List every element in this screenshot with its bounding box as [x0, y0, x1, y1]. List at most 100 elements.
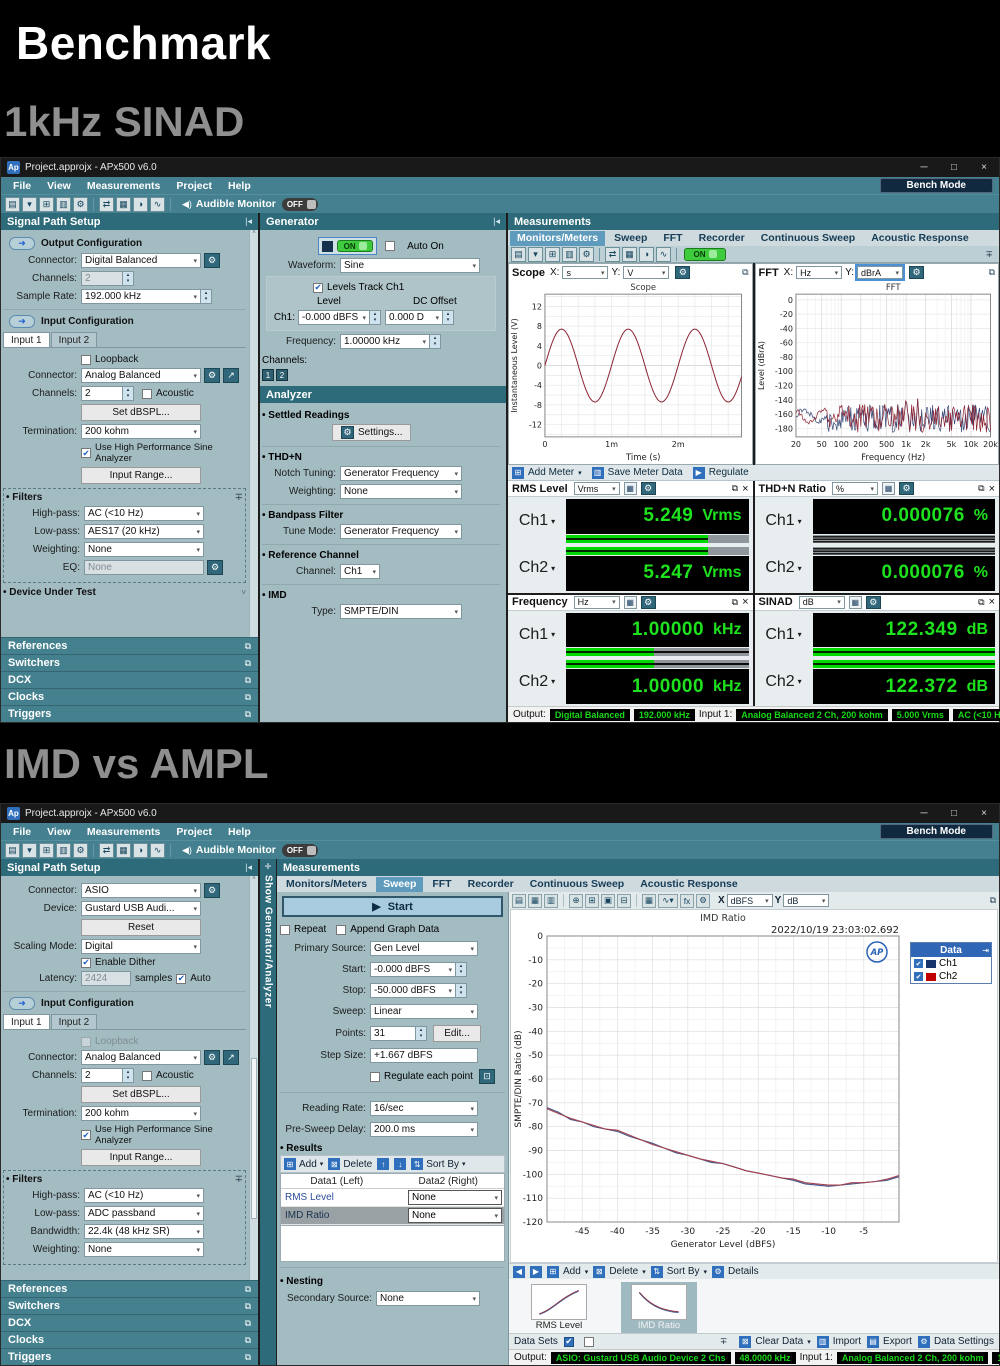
sort-by-button[interactable]: ⇅Sort By▾: [411, 1158, 465, 1170]
collapse-panel-icon[interactable]: |◂: [245, 216, 252, 227]
sidebar-item-clocks[interactable]: Clocks⧉: [1, 688, 258, 705]
data-table-icon[interactable]: ▦: [642, 894, 656, 908]
tab-sweep[interactable]: Sweep: [607, 231, 654, 246]
clock-icon[interactable]: ◑: [133, 843, 148, 858]
minimize-icon[interactable]: ─: [909, 804, 939, 823]
open-section-icon[interactable]: ⧉: [245, 692, 251, 703]
axes-icon[interactable]: ⊟: [617, 894, 631, 908]
input-range-button[interactable]: Input Range...: [81, 1149, 201, 1166]
scope-x-units-select[interactable]: s▾: [562, 266, 608, 279]
enable-dither-checkbox[interactable]: ✔: [81, 958, 91, 968]
notch-tuning-select[interactable]: Generator Frequency▾: [340, 466, 462, 481]
loopback-checkbox[interactable]: [81, 1037, 91, 1047]
in-channels-stepper[interactable]: ▴▾: [123, 386, 134, 401]
io-routing-icon[interactable]: ↗: [223, 368, 239, 383]
titlebar[interactable]: Ap Project.approjx - APx500 v6.0 ─ □ ×: [1, 158, 999, 177]
copy-image-icon[interactable]: ▦: [528, 894, 542, 908]
open-project-icon[interactable]: ⊞: [39, 197, 54, 212]
reset-button[interactable]: Reset: [81, 919, 201, 936]
tab-acoustic-response[interactable]: Acoustic Response: [864, 231, 975, 246]
input-connector-settings-icon[interactable]: ⚙: [204, 368, 220, 383]
an-weighting-select[interactable]: None▾: [340, 484, 462, 499]
analyzer-settings-button[interactable]: ⚙Settings...: [332, 424, 411, 441]
tab-input-2[interactable]: Input 2: [51, 1014, 98, 1029]
dc-offset-input[interactable]: 0.000 D▾: [385, 310, 443, 325]
sidebar-item-triggers[interactable]: Triggers⧉: [1, 705, 258, 722]
meter-settings-icon[interactable]: ⚙: [899, 482, 914, 495]
tab-continuous-sweep[interactable]: Continuous Sweep: [754, 231, 863, 246]
last-result-button[interactable]: ▶: [530, 1266, 542, 1278]
scope-chart[interactable]: Scope-12-8-40481201m2mTime (s)Instantane…: [509, 281, 752, 464]
tab-input-1[interactable]: Input 1: [3, 1014, 50, 1029]
dataset-1-checkbox[interactable]: ✔: [564, 1337, 574, 1347]
open-section-icon[interactable]: ⧉: [245, 1301, 251, 1312]
reading-rate-select[interactable]: 16/sec▾: [370, 1101, 478, 1116]
dc-offset-stepper[interactable]: ▴▾: [443, 310, 454, 325]
sidebar-item-switchers[interactable]: Switchers⧉: [1, 1297, 258, 1314]
audible-monitor-toggle[interactable]: OFF: [282, 844, 318, 857]
filters-expand-icon[interactable]: ∓: [235, 492, 243, 503]
start-input[interactable]: -0.000 dBFS▾: [370, 962, 456, 977]
open-section-icon[interactable]: ⧉: [245, 658, 251, 669]
data2-select[interactable]: None▾: [408, 1190, 502, 1205]
print-icon[interactable]: ▥: [544, 894, 558, 908]
ref-channel-select[interactable]: Ch1▾: [340, 564, 380, 579]
meter-units-select[interactable]: Vrms▾: [574, 482, 620, 495]
sidebar-item-dcx[interactable]: DCX⧉: [1, 1314, 258, 1331]
expand-strip-icon[interactable]: ✛: [265, 862, 272, 871]
move-up-button[interactable]: ↑: [377, 1158, 389, 1170]
data-settings-button[interactable]: ⚙Data Settings: [918, 1336, 994, 1348]
channel-selector[interactable]: Ch1▾: [510, 498, 564, 545]
close-icon[interactable]: ×: [969, 158, 999, 177]
sidebar-item-switchers[interactable]: Switchers⧉: [1, 654, 258, 671]
repeat-checkbox[interactable]: [280, 925, 290, 935]
set-dbspl-button[interactable]: Set dBSPL...: [81, 1086, 201, 1103]
meter-display-mode-icon[interactable]: ▦: [882, 482, 895, 495]
menu-help[interactable]: Help: [220, 826, 259, 838]
generator-collapse-icon[interactable]: |◂: [493, 216, 500, 227]
low-pass-select[interactable]: ADC passband▾: [84, 1206, 204, 1221]
save-graph-icon[interactable]: ▤: [512, 894, 526, 908]
input-connector-select[interactable]: Analog Balanced▾: [81, 368, 201, 383]
points-input[interactable]: 31: [370, 1026, 416, 1041]
meter-popout-icon[interactable]: ⧉: [978, 597, 984, 608]
meter-settings-icon[interactable]: ⚙: [641, 596, 656, 609]
meter-display-mode-icon[interactable]: ▦: [849, 596, 862, 609]
add-meter-button[interactable]: ⊞Add Meter▾: [512, 467, 582, 479]
channel-selector[interactable]: Ch2▾: [757, 545, 811, 592]
save-project-icon[interactable]: ▥: [56, 197, 71, 212]
channel-selector[interactable]: Ch2▾: [510, 658, 564, 705]
zoom-icon[interactable]: ⊕: [569, 894, 583, 908]
frequency-stepper[interactable]: ▴▾: [430, 334, 441, 349]
eq-settings-icon[interactable]: ⚙: [207, 560, 223, 575]
waveform-select[interactable]: Sine▾: [340, 258, 480, 273]
import-button[interactable]: ▥Import: [817, 1336, 861, 1348]
dut-scroll-icon[interactable]: ˅: [241, 588, 246, 597]
open-section-icon[interactable]: ⧉: [245, 709, 251, 720]
open-section-icon[interactable]: ⧉: [245, 1352, 251, 1363]
auto-latency-checkbox[interactable]: ✔: [176, 974, 186, 984]
meter-units-select[interactable]: %▾: [832, 482, 878, 495]
sequence-icon[interactable]: ▦: [622, 247, 637, 262]
meter-close-icon[interactable]: ×: [989, 596, 995, 608]
sample-rate-select[interactable]: 192.000 kHz▾: [81, 289, 201, 304]
project-settings-icon[interactable]: ⚙: [73, 843, 88, 858]
tab-monitors-meters[interactable]: Monitors/Meters: [510, 231, 605, 246]
input-connector-select[interactable]: Analog Balanced▾: [81, 1050, 201, 1065]
legend-checkbox[interactable]: ✔: [914, 972, 923, 981]
pan-icon[interactable]: ⊞: [585, 894, 599, 908]
loopback-checkbox[interactable]: [81, 355, 91, 365]
move-down-button[interactable]: ↓: [394, 1158, 406, 1170]
thumbnail-rms-level[interactable]: RMS Level: [521, 1282, 597, 1333]
sidebar-item-clocks[interactable]: Clocks⧉: [1, 1331, 258, 1348]
save-project-icon[interactable]: ▥: [56, 843, 71, 858]
high-pass-select[interactable]: AC (<10 Hz)▾: [84, 506, 204, 521]
generator-waveform-icon[interactable]: ∿: [150, 843, 165, 858]
secondary-source-select[interactable]: None▾: [376, 1291, 480, 1306]
new-project-icon[interactable]: ▤: [5, 843, 20, 858]
left-scrollbar[interactable]: ˄: [249, 876, 258, 1280]
generator-waveform-icon[interactable]: ∿: [150, 197, 165, 212]
delete-result-button[interactable]: ⊠Delete: [328, 1158, 372, 1170]
output-channels-input[interactable]: 2: [81, 271, 123, 286]
step-size-input[interactable]: +1.667 dBFS: [370, 1048, 478, 1063]
